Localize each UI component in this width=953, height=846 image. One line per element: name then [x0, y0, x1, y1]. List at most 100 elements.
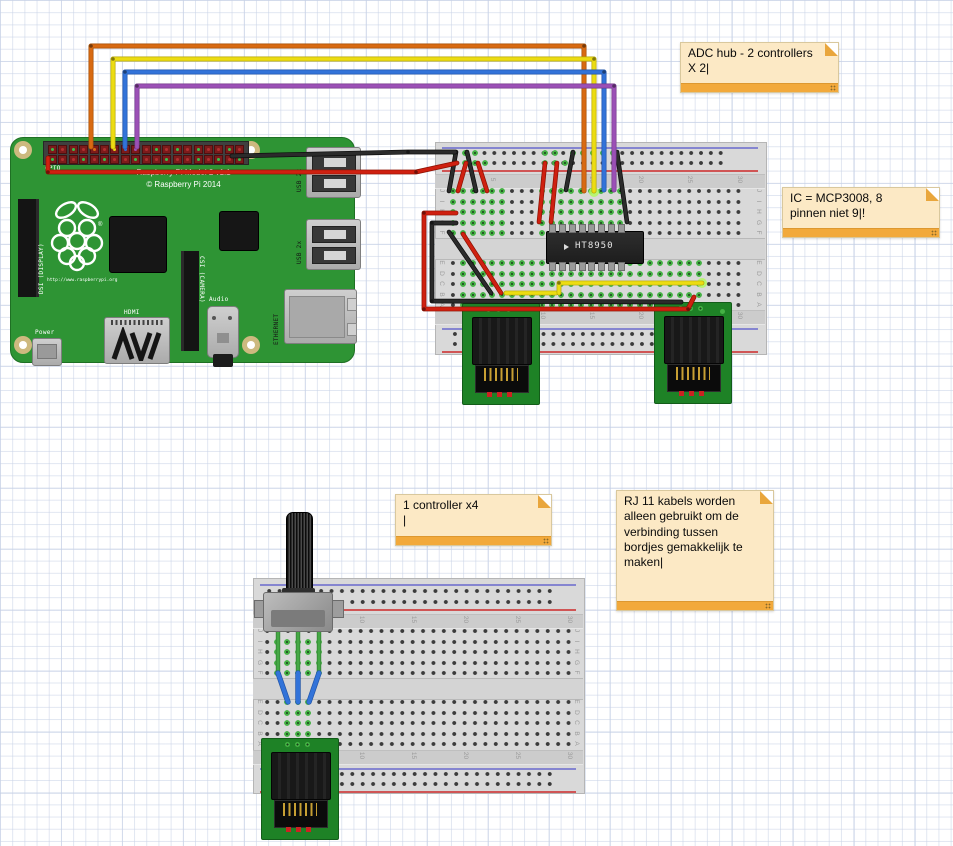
gpio-pin[interactable]: [90, 155, 99, 164]
gpio-pin[interactable]: [183, 145, 192, 154]
connected-hole: [539, 260, 545, 266]
gpio-pin[interactable]: [183, 155, 192, 164]
note-text[interactable]: IC = MCP3008, 8 pinnen niet 9|!: [790, 191, 923, 222]
potentiometer-shaft[interactable]: [286, 512, 313, 598]
gpio-pin[interactable]: [100, 155, 109, 164]
gpio-pin[interactable]: [235, 155, 244, 164]
raspberry-pi-board[interactable]: GPIO Raspberry Pi Model 2 v1.1 © Raspber…: [10, 137, 355, 363]
gpio-pin[interactable]: [48, 155, 57, 164]
gpio-pin[interactable]: [100, 145, 109, 154]
gpio-pin[interactable]: [152, 155, 161, 164]
gpio-pin[interactable]: [214, 145, 223, 154]
note-bar[interactable]: [783, 228, 939, 237]
note-text[interactable]: 1 controller x4 |: [403, 498, 535, 529]
breadboard-column-label: 15: [410, 615, 417, 624]
note-bar[interactable]: [681, 83, 838, 92]
gpio-pin[interactable]: [48, 145, 57, 154]
note-resize-grip[interactable]: [931, 230, 937, 236]
gpio-pin[interactable]: [110, 155, 119, 164]
connected-hole: [610, 150, 616, 156]
connected-hole: [482, 160, 488, 166]
connected-hole: [647, 281, 653, 287]
note-resize-grip[interactable]: [765, 603, 771, 609]
gpio-pin[interactable]: [173, 155, 182, 164]
connected-hole: [284, 720, 290, 726]
gpio-pin[interactable]: [194, 145, 203, 154]
connected-hole: [578, 302, 584, 308]
gpio-pin[interactable]: [58, 155, 67, 164]
connected-hole: [539, 271, 545, 277]
gpio-pin[interactable]: [121, 155, 130, 164]
connected-hole: [305, 639, 311, 645]
note-fold-corner: [825, 43, 838, 56]
gpio-pin[interactable]: [235, 145, 244, 154]
rj11-breakout-board[interactable]: [261, 738, 339, 840]
connected-hole: [617, 292, 623, 298]
gpio-pin[interactable]: [225, 155, 234, 164]
ic-pin: [598, 224, 605, 233]
connected-hole: [470, 199, 476, 205]
connected-hole: [549, 302, 555, 308]
note-resize-grip[interactable]: [830, 85, 836, 91]
gpio-pin[interactable]: [79, 145, 88, 154]
note-adc-hub[interactable]: ADC hub - 2 controllers X 2|: [680, 42, 839, 93]
connected-hole: [677, 260, 683, 266]
note-mcp3008[interactable]: IC = MCP3008, 8 pinnen niet 9|!: [782, 187, 940, 238]
gpio-pin[interactable]: [152, 145, 161, 154]
note-controller[interactable]: 1 controller x4 |: [395, 494, 552, 546]
gpio-pin[interactable]: [90, 145, 99, 154]
rj11-pad-green: [305, 742, 310, 747]
gpio-header[interactable]: [43, 141, 249, 165]
breadboard-row-label: I: [573, 637, 580, 646]
rj11-jack: [664, 316, 724, 364]
note-resize-grip[interactable]: [543, 538, 549, 544]
rj11-breakout-board[interactable]: [462, 303, 540, 405]
gpio-pin[interactable]: [142, 155, 151, 164]
note-bar[interactable]: [396, 536, 551, 545]
power-label: Power: [35, 329, 55, 336]
potentiometer-body[interactable]: [263, 592, 333, 632]
gpio-pin[interactable]: [121, 145, 130, 154]
breadboard-column-label: 30: [736, 175, 743, 184]
note-text[interactable]: ADC hub - 2 controllers X 2|: [688, 46, 822, 77]
ic-label: HT8950: [575, 241, 614, 251]
connected-hole: [499, 271, 505, 277]
gpio-pin[interactable]: [204, 155, 213, 164]
gpio-pin[interactable]: [69, 145, 78, 154]
ic-pin: [549, 262, 556, 271]
breadboard-column-label: 30: [736, 311, 743, 320]
gpio-pin[interactable]: [58, 145, 67, 154]
gpio-pin[interactable]: [162, 145, 171, 154]
gpio-pin[interactable]: [214, 155, 223, 164]
gpio-pin[interactable]: [142, 145, 151, 154]
gpio-pin[interactable]: [194, 155, 203, 164]
gpio-pin[interactable]: [110, 145, 119, 154]
note-rj11[interactable]: RJ 11 kabels worden alleen gebruikt om d…: [616, 490, 774, 611]
rj11-pad-red: [679, 391, 684, 396]
note-bar[interactable]: [617, 601, 773, 610]
breadboard-row-label: J: [256, 626, 263, 635]
breadboard-row-label: B: [755, 290, 762, 299]
connected-hole: [598, 271, 604, 277]
connected-hole: [489, 292, 495, 298]
gpio-pin[interactable]: [131, 155, 140, 164]
connected-hole: [588, 188, 594, 194]
gpio-pin[interactable]: [225, 145, 234, 154]
gpio-pin[interactable]: [131, 145, 140, 154]
connected-hole: [608, 199, 614, 205]
breadboard-row-label: B: [438, 290, 445, 299]
breadboard-row-label: C: [573, 718, 580, 727]
gpio-pin[interactable]: [69, 155, 78, 164]
rj11-pad-green: [688, 306, 693, 311]
gpio-pin[interactable]: [204, 145, 213, 154]
gpio-pin[interactable]: [79, 155, 88, 164]
connected-hole: [305, 731, 311, 737]
gpio-pin[interactable]: [162, 155, 171, 164]
connected-hole: [295, 720, 301, 726]
note-text[interactable]: RJ 11 kabels worden alleen gebruikt om d…: [624, 494, 757, 571]
rj11-breakout-board[interactable]: [654, 302, 732, 404]
breadboard-row-label: D: [755, 269, 762, 278]
gpio-pin[interactable]: [173, 145, 182, 154]
connected-hole: [480, 281, 486, 287]
ic-mcp3008[interactable]: HT8950: [546, 231, 644, 264]
